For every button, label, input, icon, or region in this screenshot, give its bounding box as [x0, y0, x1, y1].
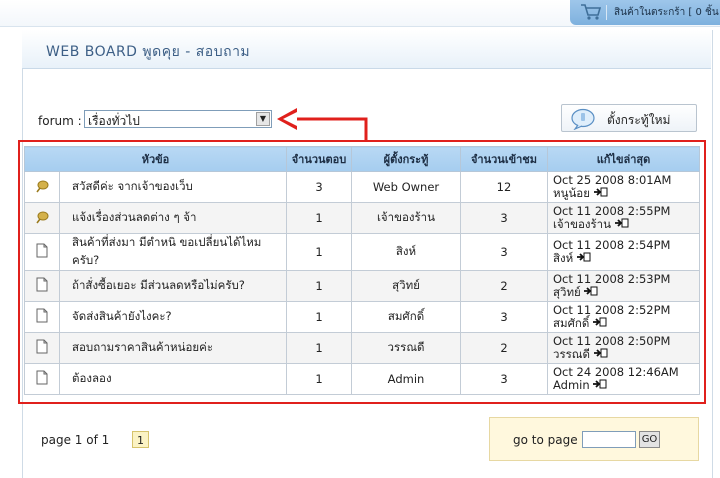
topic-title-link[interactable]: สินค้าที่ส่งมา มีตำหนิ ขอเปลี่ยนได้ไหมคร…	[72, 235, 261, 267]
document-icon	[36, 277, 48, 295]
goto-page-input[interactable]	[582, 431, 636, 448]
views-count: 2	[460, 270, 548, 302]
column-header-replies[interactable]: จำนวนตอบ	[286, 146, 352, 172]
views-count: 3	[460, 363, 548, 395]
go-to-post-icon[interactable]	[593, 317, 607, 330]
topic-title-link[interactable]: สอบถามราคาสินค้าหน่อยค่ะ	[72, 340, 213, 354]
table-header-row: หัวข้อ จำนวนตอบ ผู้ตั้งกระทู้ จำนวนเข้าช…	[24, 146, 700, 172]
table-row[interactable]: ต้องลอง 1 Admin 3 Oct 24 2008 12:46AM Adm…	[24, 363, 700, 395]
table-row[interactable]: ถ้าสั่งซื้อเยอะ มีส่วนลดหรือไม่ครับ? 1 ส…	[24, 270, 700, 302]
speech-bubble-icon	[570, 108, 598, 134]
topic-owner: สิงห์	[351, 233, 461, 271]
go-button[interactable]: GO	[639, 431, 660, 448]
views-count: 3	[460, 202, 548, 234]
last-modified-user: หนูน้อย	[553, 186, 590, 200]
new-topic-button[interactable]: ตั้งกระทู้ใหม่	[561, 104, 697, 132]
table-row[interactable]: จัดส่งสินค้ายังไงคะ? 1 สมศักดิ์ 3 Oct 11…	[24, 301, 700, 333]
column-header-title[interactable]: หัวข้อ	[24, 146, 287, 172]
new-topic-label: ตั้งกระทู้ใหม่	[607, 113, 671, 127]
goto-page-label: go to page	[513, 433, 578, 447]
last-modified-user: สมศักดิ์	[553, 316, 590, 330]
topic-owner: วรรณดี	[351, 332, 461, 364]
table-row[interactable]: สอบถามราคาสินค้าหน่อยค่ะ 1 วรรณดี 2 Oct …	[24, 332, 700, 364]
column-header-views[interactable]: จำนวนเข้าชม	[460, 146, 548, 172]
replies-count: 3	[286, 171, 352, 203]
topic-owner: สมศักดิ์	[351, 301, 461, 333]
table-row[interactable]: สินค้าที่ส่งมา มีตำหนิ ขอเปลี่ยนได้ไหมคร…	[24, 233, 700, 271]
table-row[interactable]: แจ้งเรื่องส่วนลดต่าง ๆ จ้า 1 เจ้าของร้าน…	[24, 202, 700, 234]
topic-title-link[interactable]: ถ้าสั่งซื้อเยอะ มีส่วนลดหรือไม่ครับ?	[72, 278, 245, 292]
replies-count: 1	[286, 270, 352, 302]
pager-text: page 1 of 1	[41, 433, 110, 447]
topic-title-link[interactable]: แจ้งเรื่องส่วนลดต่าง ๆ จ้า	[72, 210, 196, 224]
replies-count: 1	[286, 363, 352, 395]
go-to-post-icon[interactable]	[593, 379, 607, 392]
hot-folder-icon	[35, 211, 49, 227]
go-to-post-icon[interactable]	[584, 286, 598, 299]
last-modified-user: สิงห์	[553, 251, 574, 265]
last-modified-user: สุวิทย์	[553, 285, 581, 299]
views-count: 2	[460, 332, 548, 364]
go-to-post-icon[interactable]	[593, 187, 608, 200]
column-header-owner[interactable]: ผู้ตั้งกระทู้	[351, 146, 461, 172]
page-number-link[interactable]: 1	[132, 431, 149, 448]
table-row[interactable]: สวัสดีค่ะ จากเจ้าของเว็บ 3 Web Owner 12 …	[24, 171, 700, 203]
views-count: 3	[460, 233, 548, 271]
topic-title-link[interactable]: สวัสดีค่ะ จากเจ้าของเว็บ	[72, 179, 193, 193]
topic-title-link[interactable]: จัดส่งสินค้ายังไงคะ?	[72, 309, 172, 323]
document-icon	[36, 308, 48, 326]
document-icon	[36, 243, 48, 261]
views-count: 12	[460, 171, 548, 203]
topic-owner: Web Owner	[351, 171, 461, 203]
topic-owner: เจ้าของร้าน	[351, 202, 461, 234]
topic-owner: สุวิทย์	[351, 270, 461, 302]
column-header-last-modified[interactable]: แก้ไขล่าสุด	[547, 146, 700, 172]
last-modified-user: Admin	[553, 378, 590, 392]
replies-count: 1	[286, 233, 352, 271]
hot-folder-icon	[35, 180, 49, 196]
replies-count: 1	[286, 301, 352, 333]
topics-table: หัวข้อ จำนวนตอบ ผู้ตั้งกระทู้ จำนวนเข้าช…	[24, 146, 700, 395]
go-to-post-icon[interactable]	[576, 252, 591, 265]
last-modified-user: วรรณดี	[553, 347, 590, 361]
go-to-post-icon[interactable]	[593, 348, 608, 361]
last-modified-user: เจ้าของร้าน	[553, 217, 612, 231]
replies-count: 1	[286, 332, 352, 364]
topic-title-link[interactable]: ต้องลอง	[72, 371, 112, 385]
document-icon	[36, 339, 48, 357]
topic-owner: Admin	[351, 363, 461, 395]
document-icon	[36, 370, 48, 388]
go-to-post-icon[interactable]	[614, 218, 629, 231]
views-count: 3	[460, 301, 548, 333]
replies-count: 1	[286, 202, 352, 234]
